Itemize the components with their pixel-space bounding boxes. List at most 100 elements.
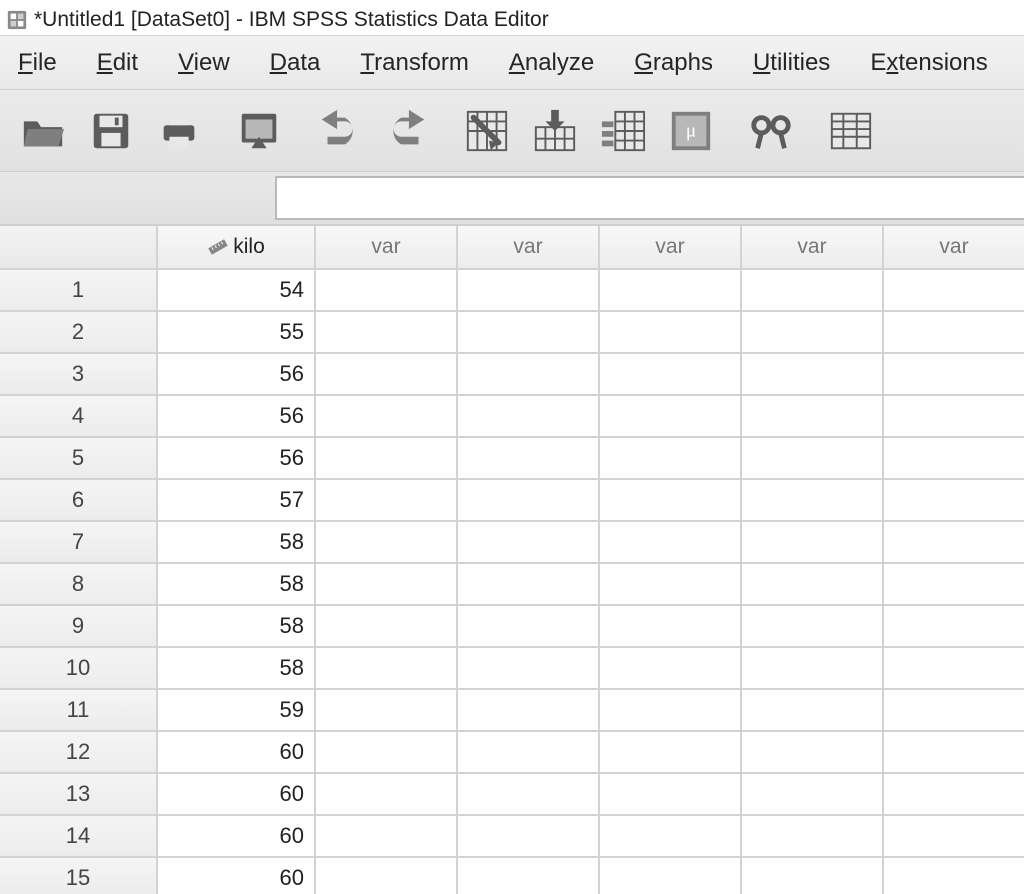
data-grid[interactable]: kilovarvarvarvarvar154255356456556657758… [0, 224, 1024, 894]
data-cell[interactable]: 58 [158, 522, 316, 564]
menu-item-view[interactable]: View [178, 49, 230, 77]
data-cell-empty[interactable] [600, 522, 742, 564]
data-cell-empty[interactable] [600, 690, 742, 732]
data-cell-empty[interactable] [316, 396, 458, 438]
data-cell-empty[interactable] [884, 270, 1024, 312]
row-header[interactable]: 3 [0, 354, 158, 396]
data-cell-empty[interactable] [316, 648, 458, 690]
data-cell-empty[interactable] [600, 270, 742, 312]
data-cell-empty[interactable] [600, 438, 742, 480]
data-cell-empty[interactable] [458, 606, 600, 648]
data-cell-empty[interactable] [316, 858, 458, 894]
data-cell-empty[interactable] [742, 438, 884, 480]
menu-item-graphs[interactable]: Graphs [634, 49, 713, 77]
find-button[interactable] [742, 106, 800, 162]
menu-item-extensions[interactable]: Extensions [870, 49, 987, 77]
row-header[interactable]: 12 [0, 732, 158, 774]
row-header[interactable]: 7 [0, 522, 158, 564]
column-header-placeholder[interactable]: var [884, 226, 1024, 270]
data-cell[interactable]: 56 [158, 354, 316, 396]
data-cell-empty[interactable] [600, 606, 742, 648]
data-cell-empty[interactable] [600, 774, 742, 816]
data-cell-empty[interactable] [742, 312, 884, 354]
data-cell[interactable]: 58 [158, 648, 316, 690]
data-cell-empty[interactable] [742, 648, 884, 690]
data-cell[interactable]: 60 [158, 858, 316, 894]
recall-dialog-button[interactable] [230, 106, 288, 162]
cell-value-input[interactable] [275, 176, 1024, 220]
data-cell-empty[interactable] [884, 648, 1024, 690]
data-cell-empty[interactable] [458, 396, 600, 438]
data-cell-empty[interactable] [884, 312, 1024, 354]
menu-item-file[interactable]: File [18, 49, 57, 77]
redo-button[interactable] [378, 106, 436, 162]
data-cell-empty[interactable] [742, 522, 884, 564]
column-header-kilo[interactable]: kilo [158, 226, 316, 270]
row-header[interactable]: 4 [0, 396, 158, 438]
data-cell-empty[interactable] [458, 438, 600, 480]
data-cell-empty[interactable] [884, 480, 1024, 522]
data-cell[interactable]: 60 [158, 816, 316, 858]
data-cell-empty[interactable] [316, 312, 458, 354]
save-button[interactable] [82, 106, 140, 162]
data-cell-empty[interactable] [316, 354, 458, 396]
data-cell[interactable]: 58 [158, 606, 316, 648]
data-cell-empty[interactable] [742, 606, 884, 648]
row-header[interactable]: 6 [0, 480, 158, 522]
row-header[interactable]: 14 [0, 816, 158, 858]
row-header[interactable]: 15 [0, 858, 158, 894]
row-header[interactable]: 13 [0, 774, 158, 816]
data-cell-empty[interactable] [884, 774, 1024, 816]
undo-button[interactable] [310, 106, 368, 162]
data-cell-empty[interactable] [316, 270, 458, 312]
data-cell-empty[interactable] [742, 564, 884, 606]
row-header[interactable]: 10 [0, 648, 158, 690]
data-cell[interactable]: 56 [158, 396, 316, 438]
row-header[interactable]: 9 [0, 606, 158, 648]
data-cell-empty[interactable] [742, 354, 884, 396]
data-cell-empty[interactable] [316, 438, 458, 480]
data-cell-empty[interactable] [458, 564, 600, 606]
data-cell-empty[interactable] [316, 480, 458, 522]
data-cell-empty[interactable] [600, 354, 742, 396]
data-cell-empty[interactable] [600, 732, 742, 774]
data-cell-empty[interactable] [458, 354, 600, 396]
data-cell[interactable]: 60 [158, 732, 316, 774]
menu-item-analyze[interactable]: Analyze [509, 49, 594, 77]
data-cell-empty[interactable] [742, 690, 884, 732]
data-cell-empty[interactable] [458, 648, 600, 690]
data-cell[interactable]: 59 [158, 690, 316, 732]
data-cell-empty[interactable] [316, 774, 458, 816]
data-cell-empty[interactable] [742, 270, 884, 312]
data-cell-empty[interactable] [458, 312, 600, 354]
data-cell-empty[interactable] [742, 732, 884, 774]
data-cell-empty[interactable] [458, 270, 600, 312]
data-cell-empty[interactable] [600, 648, 742, 690]
goto-variable-button[interactable] [526, 106, 584, 162]
data-cell-empty[interactable] [458, 858, 600, 894]
data-cell-empty[interactable] [316, 690, 458, 732]
data-cell-empty[interactable] [600, 480, 742, 522]
goto-case-button[interactable] [458, 106, 516, 162]
menu-item-utilities[interactable]: Utilities [753, 49, 830, 77]
data-cell[interactable]: 56 [158, 438, 316, 480]
row-header[interactable]: 2 [0, 312, 158, 354]
data-cell-empty[interactable] [458, 522, 600, 564]
data-cell-empty[interactable] [600, 312, 742, 354]
data-cell-empty[interactable] [600, 396, 742, 438]
menu-item-edit[interactable]: Edit [97, 49, 138, 77]
data-cell-empty[interactable] [884, 564, 1024, 606]
data-cell-empty[interactable] [458, 732, 600, 774]
data-cell-empty[interactable] [316, 816, 458, 858]
data-cell[interactable]: 54 [158, 270, 316, 312]
grid-corner[interactable] [0, 226, 158, 270]
data-cell-empty[interactable] [884, 732, 1024, 774]
row-header[interactable]: 1 [0, 270, 158, 312]
data-cell-empty[interactable] [742, 774, 884, 816]
data-cell[interactable]: 58 [158, 564, 316, 606]
data-cell-empty[interactable] [458, 480, 600, 522]
data-cell-empty[interactable] [884, 690, 1024, 732]
data-cell-empty[interactable] [742, 858, 884, 894]
open-file-button[interactable] [14, 106, 72, 162]
row-header[interactable]: 8 [0, 564, 158, 606]
